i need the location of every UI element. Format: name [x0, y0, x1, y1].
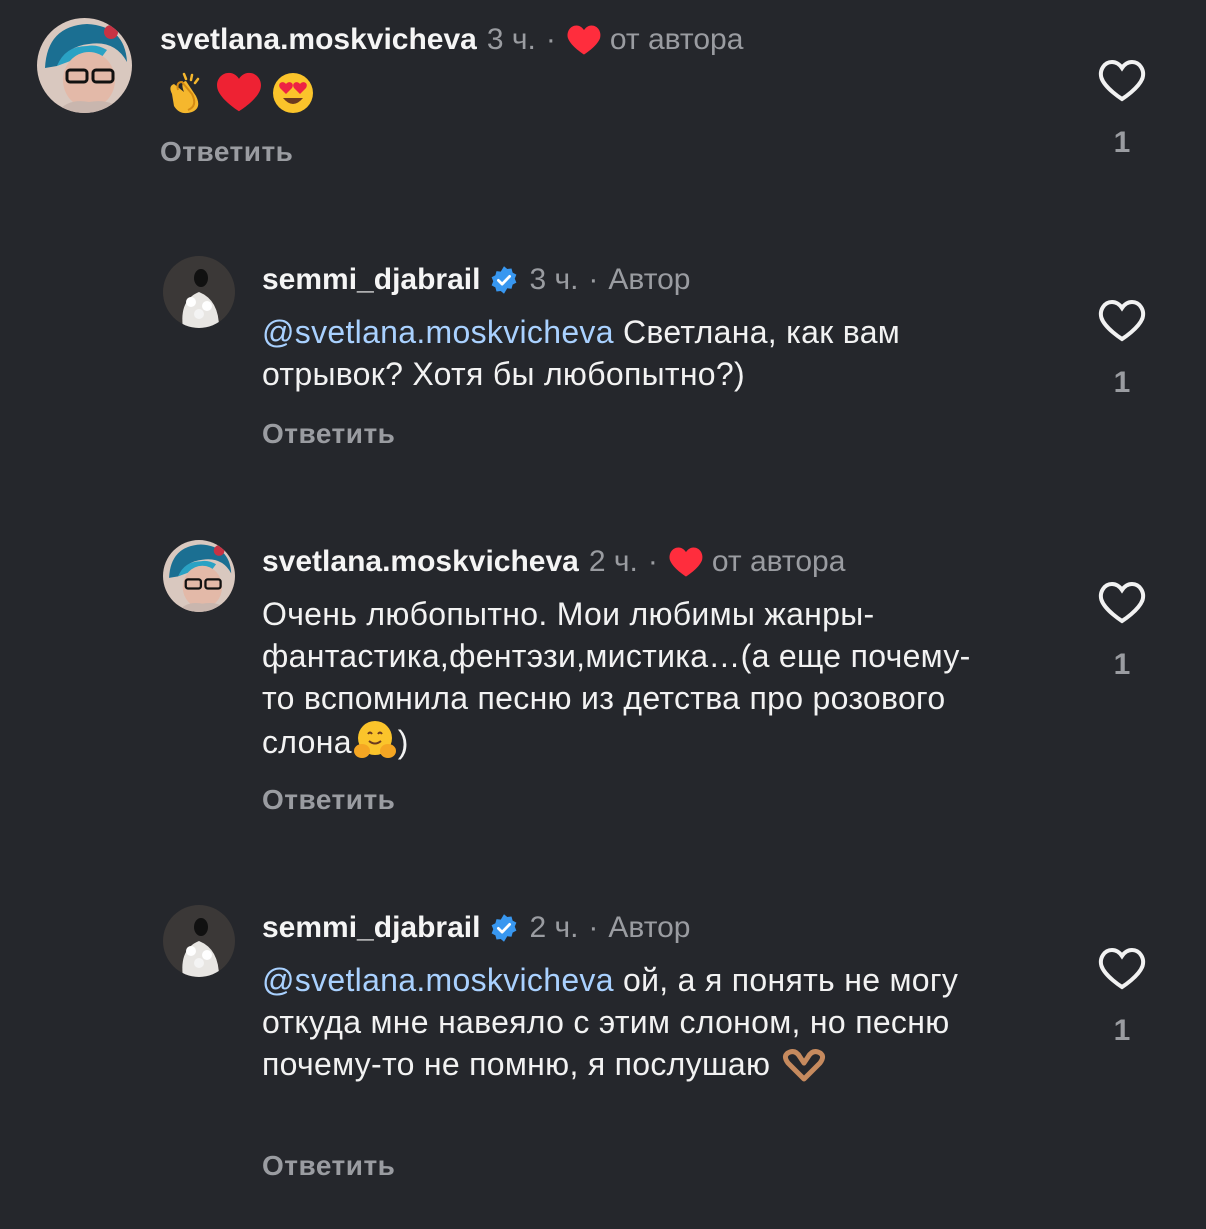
- separator-dot: ·: [545, 23, 556, 56]
- timestamp: 3 ч.: [529, 263, 579, 296]
- avatar[interactable]: [163, 256, 235, 328]
- author-label: Автор: [608, 263, 691, 296]
- comment-text: @svetlana.moskvicheva Светлана, как вам …: [262, 311, 1022, 395]
- username[interactable]: svetlana.moskvicheva: [262, 544, 579, 580]
- avatar[interactable]: [37, 18, 132, 113]
- mention-link[interactable]: @svetlana.moskvicheva: [262, 962, 614, 998]
- like-count: 1: [1113, 366, 1131, 399]
- liked-by-author-heart-icon: [566, 24, 602, 56]
- author-label: Автор: [608, 911, 691, 944]
- heart-outline-icon[interactable]: [1098, 946, 1146, 990]
- clapping-hands-emoji: [170, 72, 200, 114]
- mention-link[interactable]: @svetlana.moskvicheva: [262, 314, 614, 350]
- verified-badge-icon: [489, 265, 519, 295]
- separator-dot: ·: [647, 545, 658, 578]
- username[interactable]: semmi_djabrail: [262, 262, 480, 298]
- liked-by-author-label: от автора: [711, 545, 846, 578]
- separator-dot: ·: [588, 263, 599, 296]
- avatar[interactable]: [163, 540, 235, 612]
- verified-badge-icon: [489, 913, 519, 943]
- liked-by-author-heart-icon: [668, 546, 704, 578]
- timestamp: 2 ч.: [529, 911, 579, 944]
- timestamp: 3 ч.: [486, 23, 536, 56]
- avatar[interactable]: [163, 905, 235, 977]
- comment-emojis: [162, 70, 316, 116]
- comment-text: @svetlana.moskvicheva ой, а я понять не …: [262, 959, 1002, 1085]
- like-count: 1: [1113, 126, 1131, 159]
- username[interactable]: svetlana.moskvicheva: [160, 22, 477, 58]
- reply-button[interactable]: Ответить: [262, 784, 395, 816]
- comment-header: semmi_djabrail 3 ч. · Автор: [262, 262, 690, 298]
- comment-header: semmi_djabrail 2 ч. · Автор: [262, 910, 690, 946]
- like-control: 1: [1096, 946, 1148, 1048]
- heart-outline-icon[interactable]: [1098, 58, 1146, 102]
- username[interactable]: semmi_djabrail: [262, 910, 480, 946]
- reply-button[interactable]: Ответить: [160, 136, 293, 168]
- heart-outline-icon[interactable]: [1098, 298, 1146, 342]
- like-control: 1: [1096, 298, 1148, 400]
- liked-by-author-label: от автора: [609, 23, 744, 56]
- heart-outline-icon[interactable]: [1098, 580, 1146, 624]
- heart-eyes-emoji: [273, 73, 313, 113]
- comment-text: Очень любопытно. Мои любимы жанры-фантас…: [262, 593, 1002, 763]
- heart-hands-emoji: [782, 1049, 825, 1082]
- comment-header: svetlana.moskvicheva 2 ч. · от автора: [262, 544, 845, 580]
- like-count: 1: [1113, 648, 1131, 681]
- reply-button[interactable]: Ответить: [262, 418, 395, 450]
- reply-button[interactable]: Ответить: [262, 1150, 395, 1182]
- like-control: 1: [1096, 58, 1148, 160]
- separator-dot: ·: [588, 911, 599, 944]
- like-control: 1: [1096, 580, 1148, 682]
- timestamp: 2 ч.: [588, 545, 638, 578]
- hugging-face-emoji: [353, 721, 396, 758]
- red-heart-emoji: [217, 72, 261, 112]
- like-count: 1: [1113, 1014, 1131, 1047]
- comment-text-end: ): [397, 724, 409, 760]
- comment-header: svetlana.moskvicheva 3 ч. · от автора: [160, 22, 743, 58]
